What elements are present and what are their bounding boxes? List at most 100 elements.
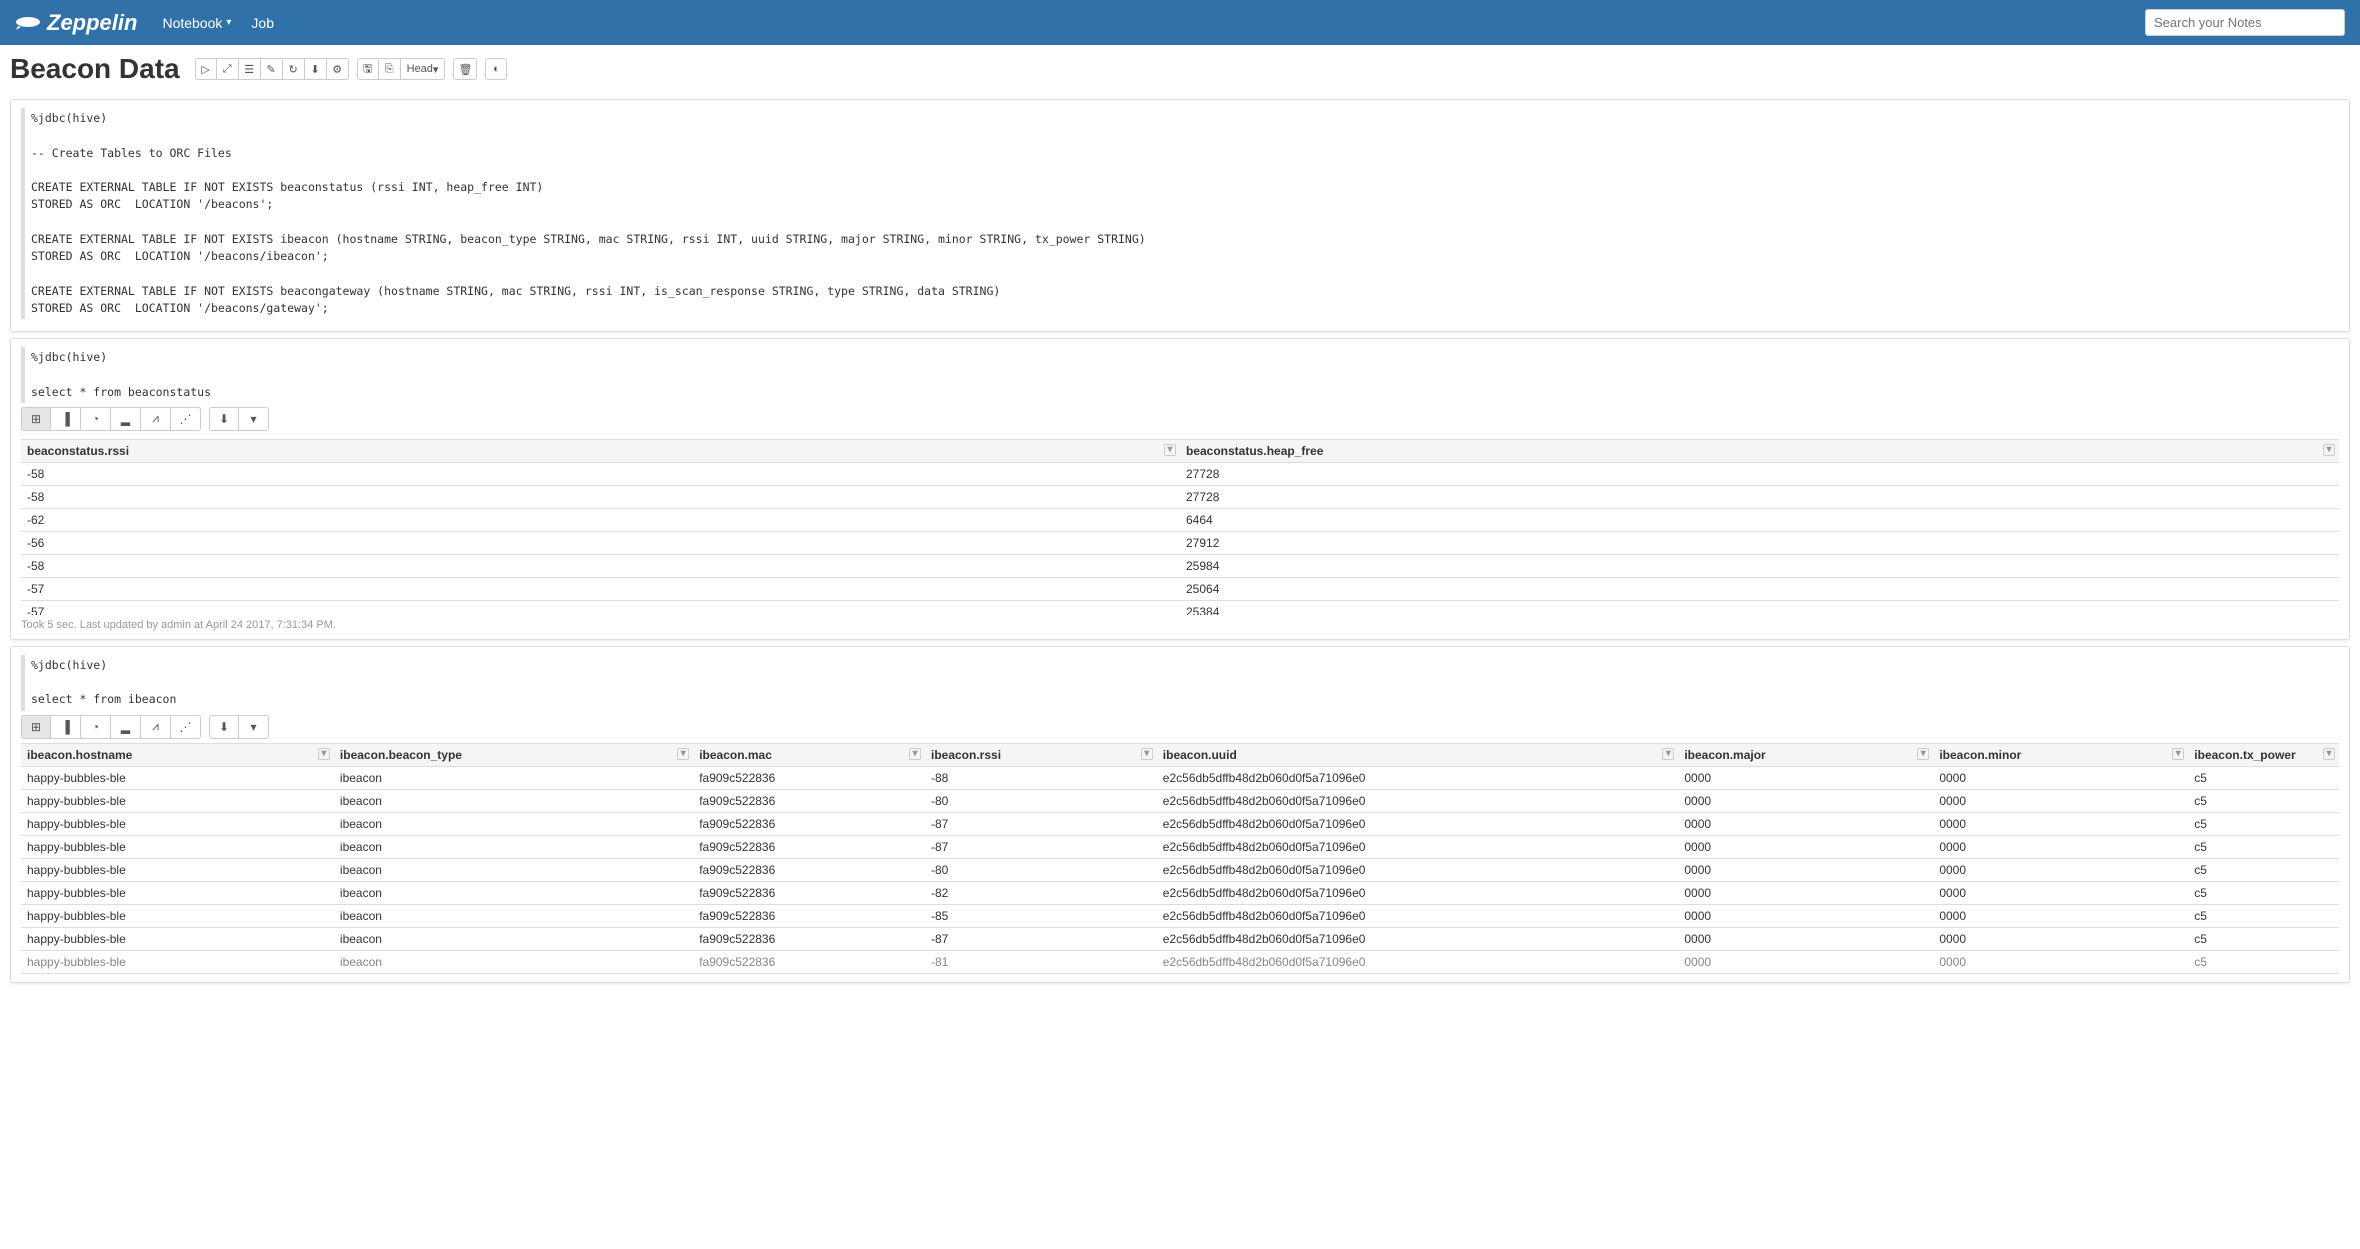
table-cell: e2c56db5dffb48d2b060d0f5a71096e0 (1157, 881, 1679, 904)
scatter-view-button[interactable]: ⋰ (171, 715, 201, 739)
column-header[interactable]: ibeacon.uuid ▾ (1157, 743, 1679, 766)
table-cell: 0000 (1933, 881, 2188, 904)
table-cell: -58 (21, 485, 1180, 508)
table-cell: 6464 (1180, 508, 2339, 531)
table-cell: c5 (2188, 812, 2339, 835)
table-cell: fa909c522836 (693, 812, 925, 835)
line-view-button[interactable]: ⩘ (141, 407, 171, 431)
table-row: happy-bubbles-bleibeaconfa909c522836-88e… (21, 766, 2339, 789)
code-editor[interactable]: %jdbc(hive) -- Create Tables to ORC File… (21, 108, 2339, 319)
gear-button[interactable]: ⚙ (327, 58, 349, 80)
column-header[interactable]: ibeacon.mac▾ (693, 743, 925, 766)
column-header[interactable]: ibeacon.major▾ (1678, 743, 1933, 766)
table-view-button[interactable]: ⊞ (21, 715, 51, 739)
refresh-button[interactable]: ↻ (283, 58, 305, 80)
filter-icon[interactable]: ▾ (1917, 748, 1929, 760)
filter-icon[interactable]: ▾ (1164, 444, 1176, 456)
table-cell: c5 (2188, 881, 2339, 904)
table-cell: -58 (21, 462, 1180, 485)
table-cell: fa909c522836 (693, 766, 925, 789)
filter-icon[interactable]: ▾ (2323, 444, 2335, 456)
filter-icon[interactable]: ▾ (909, 748, 921, 760)
code-editor[interactable]: %jdbc(hive) select * from beaconstatus (21, 347, 2339, 403)
filter-icon[interactable]: ▾ (1662, 748, 1674, 760)
bar-view-button[interactable]: ▐ (51, 715, 81, 739)
code-editor[interactable]: %jdbc(hive) select * from ibeacon (21, 655, 2339, 711)
download-options-button[interactable]: ▾ (239, 407, 269, 431)
list-button[interactable]: ☰ (239, 58, 261, 80)
column-header[interactable]: beaconstatus.heap_free▾ (1180, 439, 2339, 462)
download-icon: ⬇ (219, 720, 229, 734)
nav-notebook[interactable]: Notebook ▾ (162, 15, 231, 31)
search-input[interactable] (2145, 9, 2345, 36)
table-cell: happy-bubbles-ble (21, 858, 334, 881)
download-csv-button[interactable]: ⬇ (209, 407, 239, 431)
area-view-button[interactable]: ▂ (111, 715, 141, 739)
column-header[interactable]: ibeacon.hostname▾ (21, 743, 334, 766)
area-icon: ▂ (121, 720, 130, 734)
download-csv-button[interactable]: ⬇ (209, 715, 239, 739)
filter-icon[interactable]: ▾ (677, 748, 689, 760)
column-header[interactable]: beaconstatus.rssi▾ (21, 439, 1180, 462)
table-cell: e2c56db5dffb48d2b060d0f5a71096e0 (1157, 789, 1679, 812)
table-cell: ibeacon (334, 904, 693, 927)
table-row: -5627912 (21, 531, 2339, 554)
column-header[interactable]: ibeacon.beacon_type▾ (334, 743, 693, 766)
table-cell: 0000 (1678, 812, 1933, 835)
column-header[interactable]: ibeacon.rssi▾ (925, 743, 1157, 766)
result-toolbar: ⊞ ▐ ◔ ▂ ⩘ ⋰ ⬇ ▾ (21, 407, 2339, 431)
table-cell: fa909c522836 (693, 904, 925, 927)
table-cell: 27728 (1180, 485, 2339, 508)
table-cell: 25384 (1180, 600, 2339, 615)
scatter-icon: ⋰ (180, 720, 192, 734)
result-toolbar: ⊞ ▐ ◔ ▂ ⩘ ⋰ ⬇ ▾ (21, 715, 2339, 739)
trash-icon: 🗑 (458, 63, 472, 76)
status-text: Took 5 sec. Last updated by admin at Apr… (21, 619, 2339, 631)
column-header[interactable]: ibeacon.minor ▾ (1933, 743, 2188, 766)
line-view-button[interactable]: ⩘ (141, 715, 171, 739)
filter-icon[interactable]: ▾ (1141, 748, 1153, 760)
table-cell: ibeacon (334, 835, 693, 858)
pie-view-button[interactable]: ◔ (81, 715, 111, 739)
table-icon: ⊞ (31, 412, 41, 426)
filter-icon[interactable]: ▾ (2172, 748, 2184, 760)
table-cell: happy-bubbles-ble (21, 835, 334, 858)
filter-icon[interactable]: ▾ (2323, 748, 2335, 760)
column-header[interactable]: ibeacon.tx_power▾ (2188, 743, 2339, 766)
table-cell: 0000 (1933, 927, 2188, 950)
pie-icon: ◔ (92, 720, 99, 734)
scatter-view-button[interactable]: ⋰ (171, 407, 201, 431)
download-options-button[interactable]: ▾ (239, 715, 269, 739)
heading: Beacon Data ▷ ⤢ ☰ ✎ ↻ ⬇ ⚙ 🖫 ⎘ Head ▾ 🗑 ◐ (0, 45, 2360, 93)
run-all-button[interactable]: ▷ (195, 58, 217, 80)
trash-button[interactable]: 🗑 (453, 58, 477, 80)
table-view-button[interactable]: ⊞ (21, 407, 51, 431)
table-cell: 0000 (1933, 812, 2188, 835)
table-cell: 0000 (1933, 835, 2188, 858)
pie-view-button[interactable]: ◔ (81, 407, 111, 431)
table-cell: fa909c522836 (693, 950, 925, 973)
table-cell: ibeacon (334, 881, 693, 904)
save-button[interactable]: 🖫 (357, 58, 379, 80)
copy-button[interactable]: ⎘ (379, 58, 401, 80)
area-view-button[interactable]: ▂ (111, 407, 141, 431)
table-cell: -87 (925, 927, 1157, 950)
scheduler-button[interactable]: ◐ (485, 58, 507, 80)
table-cell: e2c56db5dffb48d2b060d0f5a71096e0 (1157, 950, 1679, 973)
nav-job[interactable]: Job (251, 15, 274, 31)
table-cell: 0000 (1678, 835, 1933, 858)
column-label: ibeacon.minor (1939, 748, 2021, 762)
brand[interactable]: Zeppelin (15, 10, 137, 36)
table-cell: ibeacon (334, 789, 693, 812)
table-cell: -57 (21, 577, 1180, 600)
filter-icon[interactable]: ▾ (318, 748, 330, 760)
bar-view-button[interactable]: ▐ (51, 407, 81, 431)
revision-dropdown[interactable]: Head ▾ (401, 58, 446, 80)
table-cell: 0000 (1678, 858, 1933, 881)
download-button[interactable]: ⬇ (305, 58, 327, 80)
table-row: happy-bubbles-bleibeaconfa909c522836-85e… (21, 904, 2339, 927)
edit-button[interactable]: ✎ (261, 58, 283, 80)
column-label: ibeacon.uuid (1163, 748, 1237, 762)
table-cell: -87 (925, 835, 1157, 858)
expand-button[interactable]: ⤢ (217, 58, 239, 80)
